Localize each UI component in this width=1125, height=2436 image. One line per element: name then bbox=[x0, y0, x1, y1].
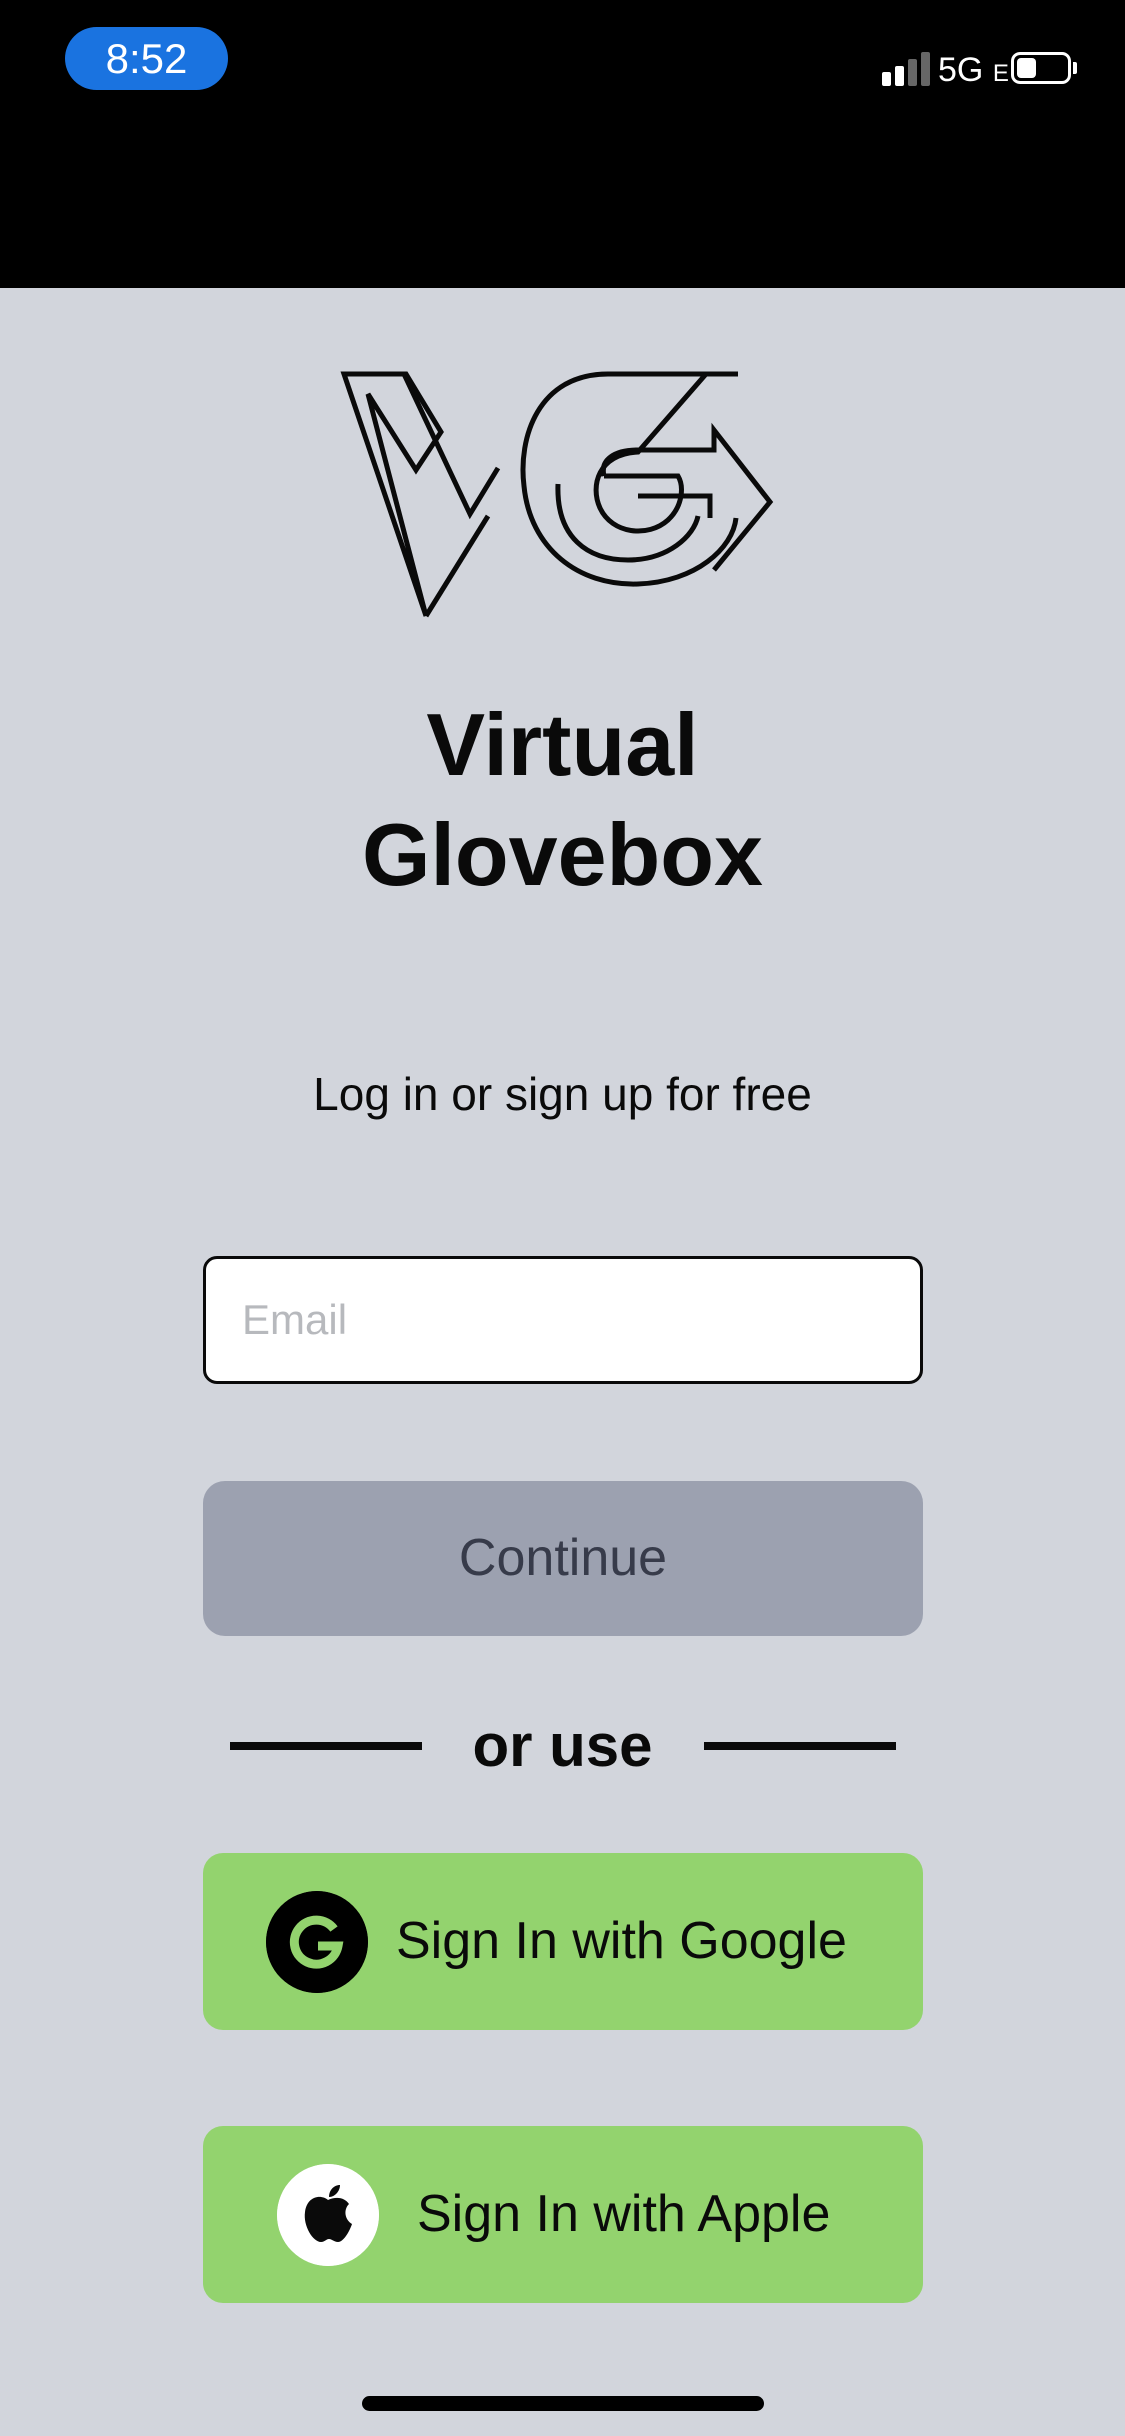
app-title-line1: Virtual bbox=[426, 695, 699, 794]
login-screen: 8:52 5G E Virtual Glovebox Log in or sig… bbox=[0, 0, 1125, 2436]
email-field[interactable] bbox=[203, 1256, 923, 1384]
login-subtitle: Log in or sign up for free bbox=[313, 1068, 812, 1120]
battery-tip bbox=[1073, 62, 1077, 74]
app-title-line2: Glovebox bbox=[362, 805, 763, 904]
sign-in-google-label: Sign In with Google bbox=[396, 1912, 847, 1970]
status-time[interactable]: 8:52 bbox=[65, 27, 228, 90]
google-g-icon bbox=[266, 1891, 368, 1993]
sign-in-google-button[interactable]: Sign In with Google bbox=[203, 1853, 923, 2030]
vg-arrow-logo-icon bbox=[340, 371, 774, 618]
signal-strength-icon bbox=[882, 50, 930, 86]
sign-in-apple-button[interactable]: Sign In with Apple bbox=[203, 2126, 923, 2303]
status-bar: 8:52 5G E bbox=[0, 0, 1125, 288]
battery-icon bbox=[1011, 52, 1071, 84]
network-indicator: 5G E bbox=[938, 50, 1009, 94]
battery-fill bbox=[1017, 58, 1036, 78]
network-type: 5G bbox=[938, 51, 984, 89]
network-suffix: E bbox=[992, 60, 1009, 87]
sign-in-apple-label: Sign In with Apple bbox=[417, 2185, 831, 2243]
divider-line-right bbox=[704, 1742, 896, 1750]
continue-button[interactable]: Continue bbox=[203, 1481, 923, 1636]
home-indicator[interactable] bbox=[362, 2396, 764, 2411]
apple-icon bbox=[277, 2164, 379, 2266]
or-use-label: or use bbox=[472, 1712, 653, 1779]
app-title: Virtual Glovebox bbox=[0, 690, 1125, 910]
